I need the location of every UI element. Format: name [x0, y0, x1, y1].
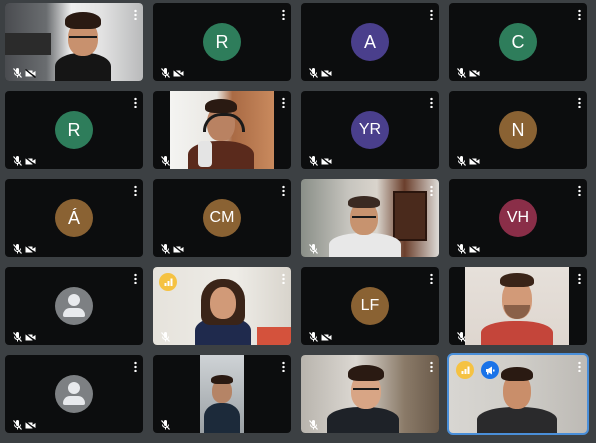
participant-video: [301, 179, 439, 257]
participant-tile[interactable]: YR: [301, 91, 439, 169]
participant-avatar: CM: [203, 199, 241, 237]
more-options-icon[interactable]: [430, 97, 433, 108]
more-options-icon[interactable]: [430, 185, 433, 196]
camera-off-icon: [25, 420, 36, 430]
camera-off-icon: [469, 244, 480, 254]
participant-avatar: YR: [351, 111, 389, 149]
camera-off-icon: [25, 332, 36, 342]
more-options-icon[interactable]: [430, 361, 433, 372]
megaphone-icon: [481, 361, 499, 379]
participant-tile[interactable]: LF: [301, 267, 439, 345]
camera-off-icon: [469, 68, 480, 78]
participant-tile[interactable]: [5, 3, 143, 81]
camera-off-icon: [25, 156, 36, 166]
person-icon: [55, 375, 93, 413]
more-options-icon[interactable]: [282, 273, 285, 284]
participant-avatar: R: [203, 23, 241, 61]
mic-off-icon: [309, 244, 318, 254]
more-options-icon[interactable]: [134, 361, 137, 372]
camera-off-icon: [469, 156, 480, 166]
camera-off-icon: [321, 68, 332, 78]
participant-tile[interactable]: [301, 179, 439, 257]
participant-video: [301, 355, 439, 433]
mic-off-icon: [309, 420, 318, 430]
more-options-icon[interactable]: [134, 185, 137, 196]
signal-icon: [159, 273, 177, 291]
active-speaker-tile[interactable]: [447, 353, 589, 435]
camera-off-icon: [321, 332, 332, 342]
participant-tile[interactable]: VH: [449, 179, 587, 257]
signal-icon: [456, 361, 474, 379]
more-options-icon[interactable]: [282, 9, 285, 20]
camera-off-icon: [173, 244, 184, 254]
participant-avatar: VH: [499, 199, 537, 237]
participant-avatar: Á: [55, 199, 93, 237]
participant-video: [170, 91, 274, 169]
camera-off-icon: [173, 68, 184, 78]
more-options-icon[interactable]: [578, 185, 581, 196]
more-options-icon[interactable]: [578, 97, 581, 108]
participant-tile[interactable]: [5, 267, 143, 345]
participant-tile[interactable]: C: [449, 3, 587, 81]
mic-off-icon: [161, 332, 170, 342]
camera-off-icon: [321, 156, 332, 166]
participant-avatar: N: [499, 111, 537, 149]
mic-off-icon: [13, 332, 22, 342]
mic-off-icon: [161, 244, 170, 254]
mic-off-icon: [161, 420, 170, 430]
participant-tile[interactable]: R: [5, 91, 143, 169]
participant-tile[interactable]: [5, 355, 143, 433]
participant-tile[interactable]: [449, 267, 587, 345]
more-options-icon[interactable]: [282, 361, 285, 372]
participant-tile[interactable]: N: [449, 91, 587, 169]
more-options-icon[interactable]: [282, 185, 285, 196]
more-options-icon[interactable]: [134, 97, 137, 108]
participant-tile[interactable]: [153, 355, 291, 433]
mic-off-icon: [457, 332, 466, 342]
participant-tile[interactable]: [153, 267, 291, 345]
more-options-icon[interactable]: [282, 97, 285, 108]
mic-off-icon: [13, 68, 22, 78]
participant-avatar: LF: [351, 287, 389, 325]
mic-off-icon: [309, 332, 318, 342]
participant-tile[interactable]: [301, 355, 439, 433]
mic-off-icon: [161, 68, 170, 78]
participant-video: [200, 355, 244, 433]
more-options-icon[interactable]: [578, 9, 581, 20]
more-options-icon[interactable]: [430, 9, 433, 20]
person-icon: [55, 287, 93, 325]
participant-tile[interactable]: CM: [153, 179, 291, 257]
mic-off-icon: [161, 156, 170, 166]
more-options-icon[interactable]: [430, 273, 433, 284]
more-options-icon[interactable]: [578, 361, 581, 372]
mic-off-icon: [309, 156, 318, 166]
participant-tile[interactable]: Á: [5, 179, 143, 257]
mic-off-icon: [309, 68, 318, 78]
more-options-icon[interactable]: [134, 9, 137, 20]
more-options-icon[interactable]: [578, 273, 581, 284]
mic-off-icon: [457, 156, 466, 166]
mic-off-icon: [13, 156, 22, 166]
participant-tile[interactable]: [153, 91, 291, 169]
participant-avatar: R: [55, 111, 93, 149]
mic-off-icon: [13, 420, 22, 430]
participant-avatar: C: [499, 23, 537, 61]
camera-off-icon: [25, 244, 36, 254]
more-options-icon[interactable]: [134, 273, 137, 284]
participant-avatar: A: [351, 23, 389, 61]
participant-tile[interactable]: A: [301, 3, 439, 81]
mic-off-icon: [13, 244, 22, 254]
camera-off-icon: [25, 68, 36, 78]
mic-off-icon: [457, 244, 466, 254]
mic-off-icon: [457, 68, 466, 78]
participant-video: [465, 267, 569, 345]
participant-tile[interactable]: R: [153, 3, 291, 81]
